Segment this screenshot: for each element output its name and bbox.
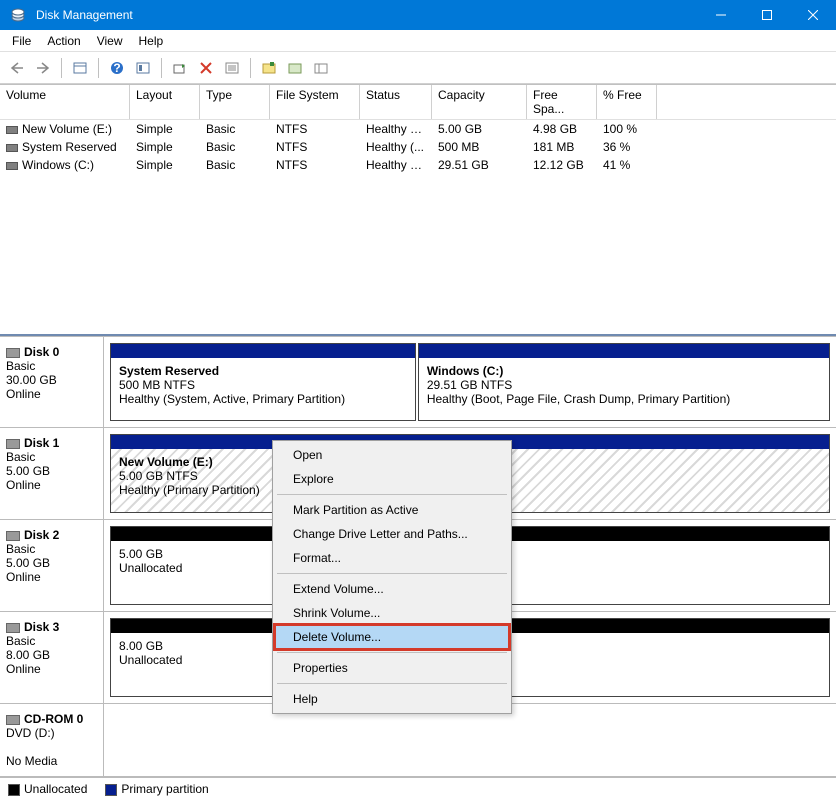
menu-delete-volume[interactable]: Delete Volume... [275, 625, 509, 649]
action-icon-3[interactable] [310, 57, 332, 79]
menu-change-letter[interactable]: Change Drive Letter and Paths... [275, 522, 509, 546]
col-status[interactable]: Status [360, 85, 432, 119]
refresh-icon[interactable] [169, 57, 191, 79]
app-icon [8, 5, 28, 25]
menu-view[interactable]: View [89, 32, 131, 50]
maximize-button[interactable] [744, 0, 790, 30]
menu-properties[interactable]: Properties [275, 656, 509, 680]
volume-row[interactable]: New Volume (E:)SimpleBasicNTFSHealthy (P… [0, 120, 836, 138]
forward-icon[interactable] [32, 57, 54, 79]
col-type[interactable]: Type [200, 85, 270, 119]
partition[interactable]: System Reserved500 MB NTFSHealthy (Syste… [110, 343, 416, 421]
volume-table: Volume Layout Type File System Status Ca… [0, 84, 836, 334]
title-bar: Disk Management [0, 0, 836, 30]
col-free[interactable]: Free Spa... [527, 85, 597, 119]
menu-open[interactable]: Open [275, 443, 509, 467]
disk-info[interactable]: Disk 0Basic30.00 GBOnline [0, 337, 104, 427]
disk-info[interactable]: Disk 1Basic5.00 GBOnline [0, 428, 104, 519]
close-button[interactable] [790, 0, 836, 30]
help-icon[interactable]: ? [106, 57, 128, 79]
action-icon-1[interactable] [258, 57, 280, 79]
disk-info[interactable]: Disk 3Basic8.00 GBOnline [0, 612, 104, 703]
menu-explore[interactable]: Explore [275, 467, 509, 491]
legend-primary: Primary partition [121, 782, 208, 796]
toolbar: ? [0, 52, 836, 84]
minimize-button[interactable] [698, 0, 744, 30]
partition[interactable]: Windows (C:)29.51 GB NTFSHealthy (Boot, … [418, 343, 830, 421]
properties-icon[interactable] [221, 57, 243, 79]
menu-file[interactable]: File [4, 32, 39, 50]
window-title: Disk Management [36, 8, 698, 22]
delete-icon[interactable] [195, 57, 217, 79]
volume-header: Volume Layout Type File System Status Ca… [0, 85, 836, 120]
disk-info[interactable]: CD-ROM 0DVD (D:)No Media [0, 704, 104, 776]
menu-format[interactable]: Format... [275, 546, 509, 570]
context-menu: Open Explore Mark Partition as Active Ch… [272, 440, 512, 714]
col-capacity[interactable]: Capacity [432, 85, 527, 119]
action-icon-2[interactable] [284, 57, 306, 79]
menu-help[interactable]: Help [131, 32, 172, 50]
col-layout[interactable]: Layout [130, 85, 200, 119]
volume-row[interactable]: Windows (C:)SimpleBasicNTFSHealthy (B...… [0, 156, 836, 174]
settings-icon[interactable] [132, 57, 154, 79]
menu-mark-active[interactable]: Mark Partition as Active [275, 498, 509, 522]
col-fs[interactable]: File System [270, 85, 360, 119]
menu-shrink-volume[interactable]: Shrink Volume... [275, 601, 509, 625]
legend: Unallocated Primary partition [0, 777, 836, 800]
disk-info[interactable]: Disk 2Basic5.00 GBOnline [0, 520, 104, 611]
col-pct[interactable]: % Free [597, 85, 657, 119]
svg-text:?: ? [113, 61, 120, 75]
menu-extend-volume[interactable]: Extend Volume... [275, 577, 509, 601]
legend-unallocated: Unallocated [24, 782, 87, 796]
col-volume[interactable]: Volume [0, 85, 130, 119]
disk-row: CD-ROM 0DVD (D:)No Media [0, 704, 836, 777]
volume-row[interactable]: System ReservedSimpleBasicNTFSHealthy (.… [0, 138, 836, 156]
menu-action[interactable]: Action [39, 32, 88, 50]
menu-bar: File Action View Help [0, 30, 836, 52]
view-icon[interactable] [69, 57, 91, 79]
back-icon[interactable] [6, 57, 28, 79]
menu-help[interactable]: Help [275, 687, 509, 711]
disk-row: Disk 0Basic30.00 GBOnlineSystem Reserved… [0, 336, 836, 428]
